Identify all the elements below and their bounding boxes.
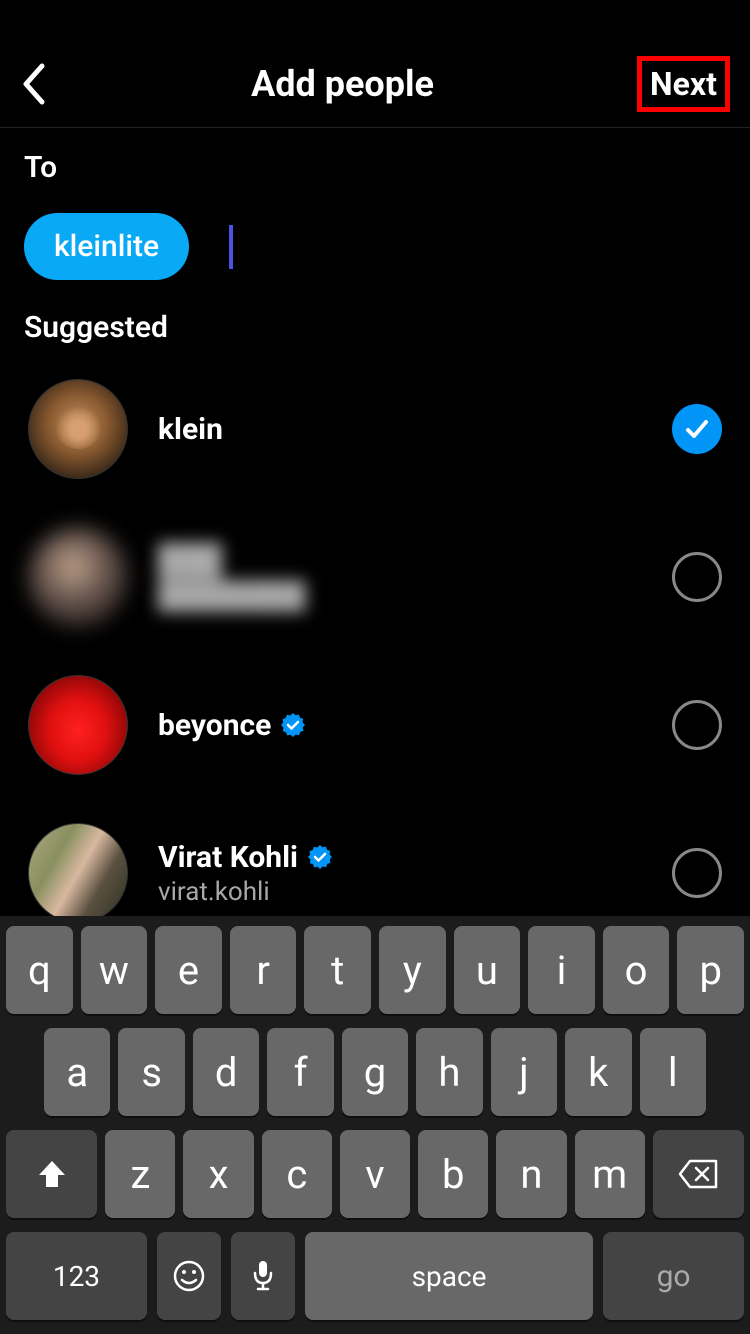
user-name: beyonce <box>158 708 271 743</box>
verified-icon <box>281 713 305 737</box>
key-f[interactable]: f <box>267 1028 333 1116</box>
key-shift[interactable] <box>6 1130 97 1218</box>
key-numbers[interactable]: 123 <box>6 1232 147 1320</box>
key-v[interactable]: v <box>340 1130 410 1218</box>
key-r[interactable]: r <box>230 926 297 1014</box>
user-name: Virat Kohli <box>158 840 298 875</box>
key-j[interactable]: j <box>491 1028 557 1116</box>
name-block: Virat Kohli virat.kohli <box>158 840 642 907</box>
select-radio[interactable] <box>672 848 722 898</box>
key-p[interactable]: p <box>677 926 744 1014</box>
key-l[interactable]: l <box>640 1028 706 1116</box>
key-a[interactable]: a <box>44 1028 110 1116</box>
key-e[interactable]: e <box>155 926 222 1014</box>
user-username: virat.kohli <box>158 877 642 907</box>
key-h[interactable]: h <box>416 1028 482 1116</box>
next-button[interactable]: Next <box>637 56 730 112</box>
key-k[interactable]: k <box>565 1028 631 1116</box>
user-username: ████████ <box>158 580 642 611</box>
select-radio[interactable] <box>672 700 722 750</box>
key-y[interactable]: y <box>379 926 446 1014</box>
suggested-label: Suggested <box>0 310 750 355</box>
key-mic[interactable] <box>231 1232 295 1320</box>
key-t[interactable]: t <box>304 926 371 1014</box>
text-cursor <box>229 225 233 269</box>
key-emoji[interactable] <box>157 1232 221 1320</box>
avatar <box>28 823 128 923</box>
name-block: beyonce <box>158 708 642 743</box>
key-backspace[interactable] <box>653 1130 744 1218</box>
back-icon[interactable] <box>20 62 48 106</box>
keyboard: q w e r t y u i o p a s d f g h j k l z … <box>0 916 750 1334</box>
keyboard-row: z x c v b n m <box>6 1130 744 1218</box>
key-d[interactable]: d <box>193 1028 259 1116</box>
key-g[interactable]: g <box>342 1028 408 1116</box>
select-radio-checked[interactable] <box>672 404 722 454</box>
name-block: ███ ████████ <box>158 543 642 611</box>
keyboard-row: q w e r t y u i o p <box>6 926 744 1014</box>
user-name: ███ <box>158 543 222 578</box>
list-item[interactable]: ███ ████████ <box>0 503 750 651</box>
key-m[interactable]: m <box>575 1130 645 1218</box>
key-i[interactable]: i <box>528 926 595 1014</box>
key-space[interactable]: space <box>305 1232 593 1320</box>
key-z[interactable]: z <box>105 1130 175 1218</box>
avatar <box>28 675 128 775</box>
verified-icon <box>308 845 332 869</box>
select-radio[interactable] <box>672 552 722 602</box>
key-b[interactable]: b <box>418 1130 488 1218</box>
key-w[interactable]: w <box>81 926 148 1014</box>
key-x[interactable]: x <box>183 1130 253 1218</box>
user-name: klein <box>158 412 223 447</box>
key-s[interactable]: s <box>118 1028 184 1116</box>
to-label: To <box>0 128 750 185</box>
key-n[interactable]: n <box>496 1130 566 1218</box>
recipient-chip[interactable]: kleinlite <box>24 213 189 280</box>
page-title: Add people <box>251 63 434 105</box>
recipient-field[interactable]: kleinlite <box>0 185 750 310</box>
avatar <box>28 379 128 479</box>
key-c[interactable]: c <box>262 1130 332 1218</box>
keyboard-row: a s d f g h j k l <box>6 1028 744 1116</box>
name-block: klein <box>158 412 642 447</box>
list-item[interactable]: klein <box>0 355 750 503</box>
key-o[interactable]: o <box>603 926 670 1014</box>
list-item[interactable]: beyonce <box>0 651 750 799</box>
keyboard-row: 123 space go <box>6 1232 744 1320</box>
key-u[interactable]: u <box>454 926 521 1014</box>
header: Add people Next <box>0 0 750 128</box>
suggested-list: klein ███ ████████ beyonce <box>0 355 750 947</box>
key-go[interactable]: go <box>603 1232 744 1320</box>
avatar <box>28 527 128 627</box>
key-q[interactable]: q <box>6 926 73 1014</box>
